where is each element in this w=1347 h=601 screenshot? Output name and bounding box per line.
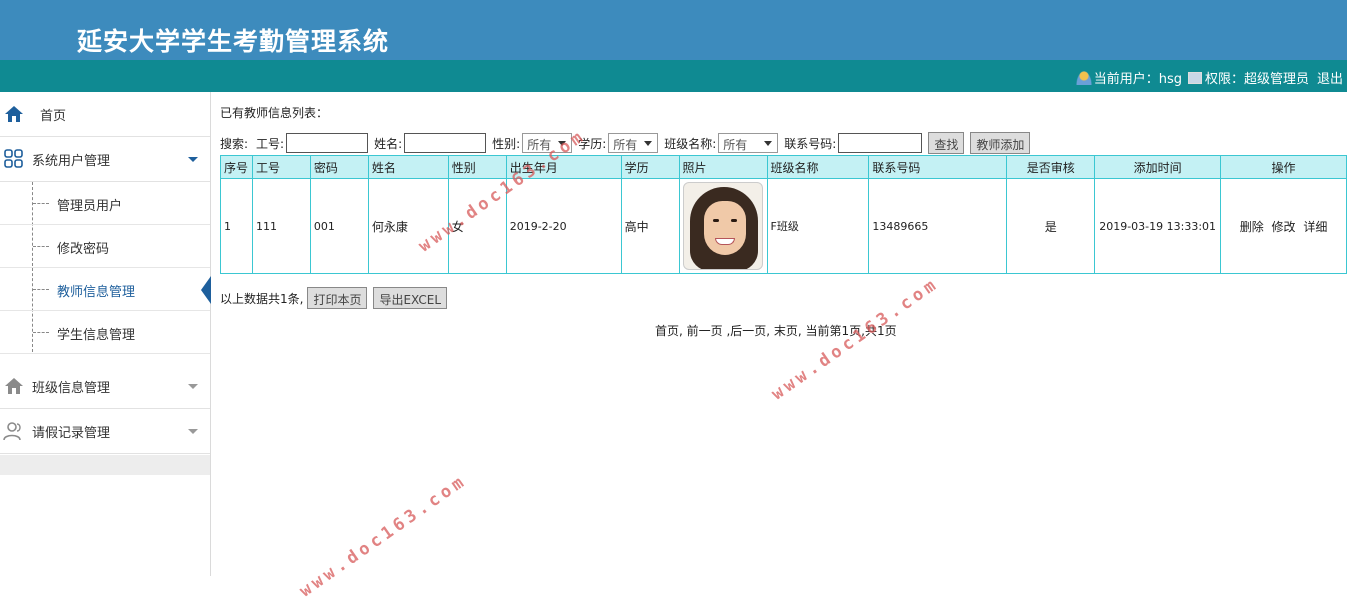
print-button[interactable]: 打印本页: [307, 287, 368, 309]
phone-input[interactable]: [838, 133, 923, 153]
table-row: 1 111 001 何永康 女 2019-2-20 高中 F班级 1348966…: [220, 178, 1347, 274]
tree-connector: [33, 246, 49, 247]
logout-link[interactable]: 退出: [1317, 68, 1343, 87]
sidebar-item-teacher-info[interactable]: 教师信息管理: [0, 268, 211, 311]
cell-education: 高中: [620, 178, 680, 274]
cell-approved: 是: [1006, 178, 1096, 274]
cell-photo: [678, 178, 768, 274]
column-header: 序号: [220, 155, 253, 179]
sidebar: 首页 系统用户管理 管理员用户 修改密码 教师信息管理 学生信息管理 班级信息管…: [0, 92, 211, 576]
id-input[interactable]: [286, 133, 369, 153]
id-label: 工号:: [256, 136, 285, 151]
chevron-down-icon[interactable]: [188, 428, 198, 434]
export-excel-button[interactable]: 导出EXCEL: [373, 287, 448, 309]
grid-icon: [4, 149, 23, 168]
active-indicator: [201, 276, 211, 304]
photo-eye: [730, 219, 737, 222]
watermark: www.doc163.com: [296, 470, 471, 601]
cell-added-time: 2019-03-19 13:33:01: [1094, 178, 1222, 274]
column-header: 学历: [620, 155, 680, 179]
record-summary: 以上数据共1条,: [220, 291, 304, 306]
sidebar-item-change-password[interactable]: 修改密码: [0, 225, 210, 268]
watermark: www.doc163.com: [768, 273, 943, 405]
cell-phone: 13489665: [868, 178, 1008, 274]
sidebar-item-home[interactable]: 首页: [0, 92, 210, 137]
name-label: 姓名:: [374, 136, 403, 151]
sidebar-group-label: 请假记录管理: [32, 425, 111, 441]
column-header: 联系号码: [868, 155, 1008, 179]
cell-id: 111: [251, 178, 311, 274]
name-input[interactable]: [404, 133, 487, 153]
cell-class: F班级: [766, 178, 870, 274]
cell-actions: 删除 修改 详细: [1220, 178, 1347, 274]
photo-mouth: [714, 238, 735, 245]
education-select[interactable]: 所有: [608, 133, 659, 153]
class-label: 班级名称:: [664, 136, 717, 151]
sidebar-item-label: 管理员用户: [57, 199, 123, 214]
sidebar-group-label: 系统用户管理: [32, 153, 111, 169]
column-header: 工号: [251, 155, 311, 179]
detail-link[interactable]: 详细: [1303, 220, 1327, 234]
class-select[interactable]: 所有: [718, 133, 779, 153]
gender-label: 性别:: [492, 136, 521, 151]
sidebar-item-label: 学生信息管理: [57, 328, 136, 343]
list-title: 已有教师信息列表：: [220, 106, 329, 120]
search-bar: 搜索: 工号: 姓名: 性别: 所有 学历: 所有 班级名称: 所有 联系号码:…: [220, 132, 1036, 154]
chevron-down-icon[interactable]: [188, 383, 198, 389]
cell-birth: 2019-2-20: [505, 178, 622, 274]
column-header: 是否审核: [1006, 155, 1096, 179]
users-icon: [3, 422, 21, 441]
user-bar: 当前用户：hsg 权限：超级管理员 退出: [0, 60, 1347, 92]
chevron-down-icon[interactable]: [188, 156, 198, 162]
column-header: 班级名称: [766, 155, 870, 179]
edit-link[interactable]: 修改: [1272, 220, 1296, 234]
sidebar-group-leave-records[interactable]: 请假记录管理: [0, 409, 210, 454]
user-icon: [1075, 70, 1092, 85]
app-title: 延安大学学生考勤管理系统: [77, 27, 390, 56]
table-header-row: 序号 工号 密码 姓名 性别 出生年月 学历 照片 班级名称 联系号码 是否审核…: [220, 155, 1347, 179]
cell-password: 001: [309, 178, 369, 274]
sidebar-footer-strip: [0, 455, 210, 475]
tree-connector: [33, 332, 49, 333]
tree-connector: [33, 289, 49, 290]
search-button[interactable]: 查找: [928, 132, 965, 154]
sidebar-group-system-users[interactable]: 系统用户管理: [0, 137, 210, 182]
phone-label: 联系号码:: [784, 136, 837, 151]
column-header: 性别: [447, 155, 507, 179]
column-header: 添加时间: [1094, 155, 1222, 179]
teacher-table: 序号 工号 密码 姓名 性别 出生年月 学历 照片 班级名称 联系号码 是否审核…: [220, 155, 1347, 274]
photo-face: [703, 201, 746, 255]
tree-connector: [33, 203, 49, 204]
column-header: 照片: [678, 155, 768, 179]
column-header: 操作: [1220, 155, 1347, 179]
search-prefix: 搜索:: [220, 136, 249, 151]
permission-icon: [1187, 71, 1202, 84]
sidebar-item-student-info[interactable]: 学生信息管理: [0, 311, 210, 354]
sidebar-group-label: 班级信息管理: [32, 380, 111, 396]
sidebar-item-label: 首页: [40, 108, 67, 124]
delete-link[interactable]: 删除: [1240, 220, 1264, 234]
sidebar-item-admin-users[interactable]: 管理员用户: [0, 182, 210, 225]
add-teacher-button[interactable]: 教师添加: [970, 132, 1031, 154]
column-header: 密码: [309, 155, 369, 179]
table-footer: 以上数据共1条, 打印本页 导出EXCEL: [220, 287, 449, 309]
permission-label: 权限：超级管理员: [1204, 72, 1309, 87]
teacher-photo: [682, 182, 763, 270]
app-header: 延安大学学生考勤管理系统: [0, 0, 1347, 60]
home-icon: [5, 378, 23, 394]
user-info: 当前用户：hsg 权限：超级管理员 退出: [1075, 68, 1343, 87]
cell-index: 1: [220, 178, 253, 274]
column-header: 姓名: [367, 155, 449, 179]
sidebar-item-label: 修改密码: [57, 242, 110, 257]
sidebar-item-label: 教师信息管理: [57, 285, 136, 300]
photo-eye: [712, 219, 719, 222]
sidebar-group-class-info[interactable]: 班级信息管理: [0, 364, 210, 409]
home-icon: [5, 106, 23, 122]
current-user-label: 当前用户：hsg: [1093, 72, 1182, 87]
